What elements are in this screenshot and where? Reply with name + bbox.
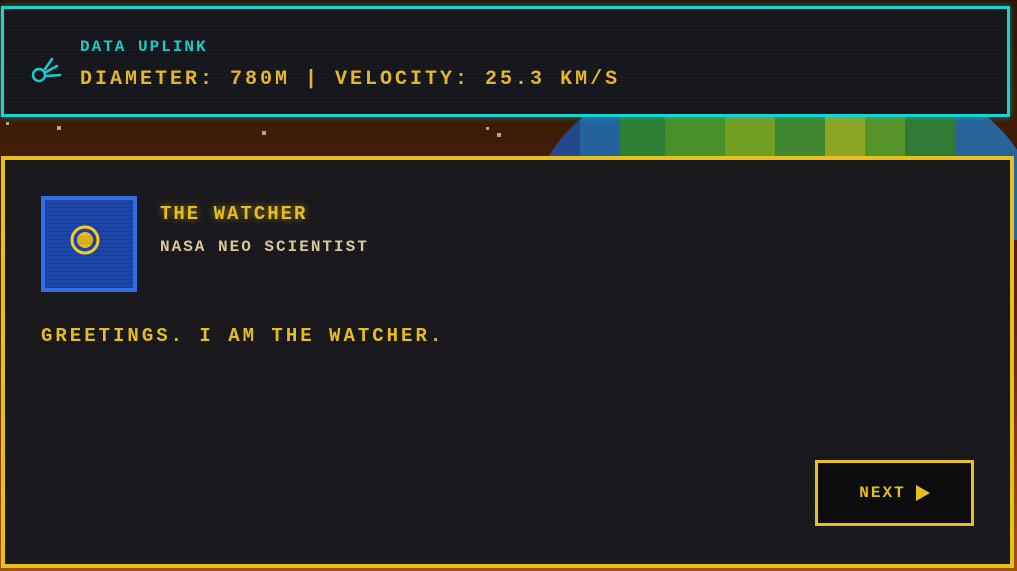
debris-speck xyxy=(262,131,266,135)
debris-speck xyxy=(6,122,9,125)
dialog-panel: THE WATCHER NASA NEO SCIENTIST GREETINGS… xyxy=(1,156,1014,568)
game-screen: DATA UPLINK DIAMETER: 780M | VELOCITY: 2… xyxy=(0,0,1017,571)
uplink-title: DATA UPLINK xyxy=(80,38,208,56)
speaker-portrait xyxy=(41,196,137,292)
debris-speck xyxy=(486,127,489,130)
debris-speck xyxy=(497,133,501,137)
play-arrow-icon xyxy=(915,485,930,501)
data-uplink-panel: DATA UPLINK DIAMETER: 780M | VELOCITY: 2… xyxy=(1,6,1010,117)
next-button-label: NEXT xyxy=(859,484,906,502)
next-button[interactable]: NEXT xyxy=(815,460,974,526)
asteroid-stats: DIAMETER: 780M | VELOCITY: 25.3 KM/S xyxy=(80,68,621,91)
eye-icon xyxy=(70,225,100,255)
speaker-role: NASA NEO SCIENTIST xyxy=(160,238,369,256)
dialog-message: GREETINGS. I AM THE WATCHER. xyxy=(41,325,445,347)
debris-speck xyxy=(57,126,61,130)
comet-icon xyxy=(31,57,62,83)
speaker-name: THE WATCHER xyxy=(160,203,308,225)
